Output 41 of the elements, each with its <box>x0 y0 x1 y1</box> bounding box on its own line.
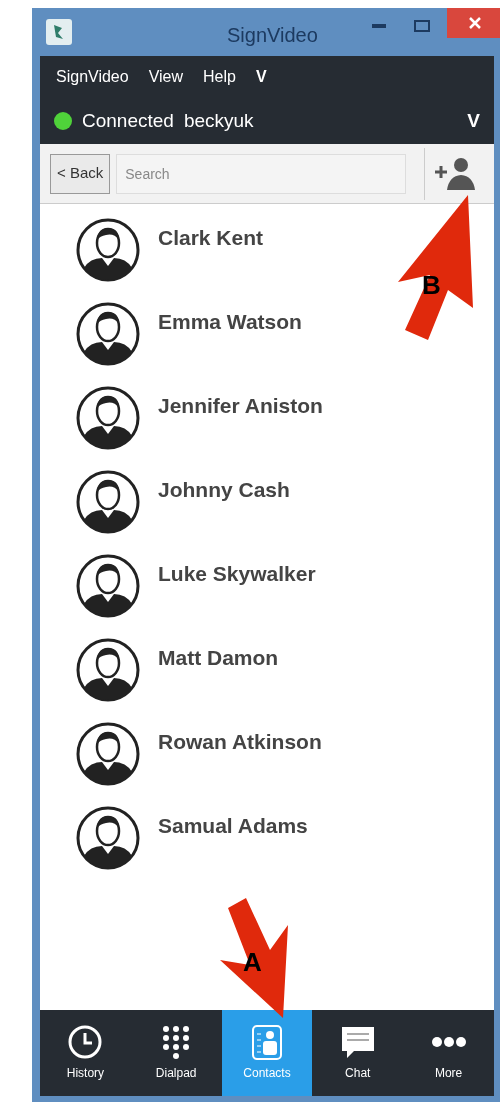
window-title: SignVideo <box>227 23 318 48</box>
avatar-icon <box>76 386 140 450</box>
avatar-icon <box>76 722 140 786</box>
contacts-icon <box>249 1024 285 1060</box>
add-contact-icon <box>432 155 477 192</box>
annotation-label: A <box>243 946 262 979</box>
chat-icon <box>339 1024 376 1060</box>
menu-item[interactable]: SignVideo <box>56 65 129 89</box>
connection-status: Connected <box>82 108 174 133</box>
contact-name[interactable]: Jennifer Aniston <box>158 390 323 422</box>
maximize-button[interactable] <box>414 20 430 32</box>
more-icon <box>431 1036 466 1048</box>
avatar-icon <box>76 470 140 534</box>
back-button[interactable]: < Back <box>50 153 111 194</box>
avatar-icon <box>76 806 140 870</box>
annotation-label: B <box>422 269 441 302</box>
username: beckyuk <box>183 108 254 133</box>
avatar-icon <box>76 302 140 366</box>
account-toggle[interactable]: V <box>467 106 480 136</box>
search-field[interactable]: Search <box>116 153 407 194</box>
avatar-icon <box>76 638 140 702</box>
nav-tab[interactable]: History <box>40 1010 131 1096</box>
contact-name[interactable]: Clark Kent <box>158 222 264 254</box>
history-icon <box>67 1024 104 1060</box>
close-icon <box>468 17 481 29</box>
nav-tab[interactable]: Dialpad <box>130 1010 222 1096</box>
contact-name[interactable]: Matt Damon <box>158 642 279 674</box>
menu-item[interactable]: Help <box>203 65 236 89</box>
menu-item[interactable]: View <box>148 65 184 89</box>
avatar-icon <box>76 218 140 282</box>
app-icon <box>46 19 72 45</box>
contact-name[interactable]: Johnny Cash <box>158 474 290 506</box>
menu-item[interactable]: V <box>255 65 267 89</box>
avatar-icon <box>76 554 140 618</box>
contact-name[interactable]: Samual Adams <box>158 810 308 842</box>
close-button[interactable] <box>447 8 500 38</box>
contact-name[interactable]: Luke Skywalker <box>158 558 316 590</box>
contact-name[interactable]: Rowan Atkinson <box>158 726 322 758</box>
nav-tab[interactable]: Chat <box>312 1010 404 1096</box>
nav-tab[interactable]: More <box>403 1010 494 1096</box>
contact-name[interactable]: Emma Watson <box>158 306 302 338</box>
